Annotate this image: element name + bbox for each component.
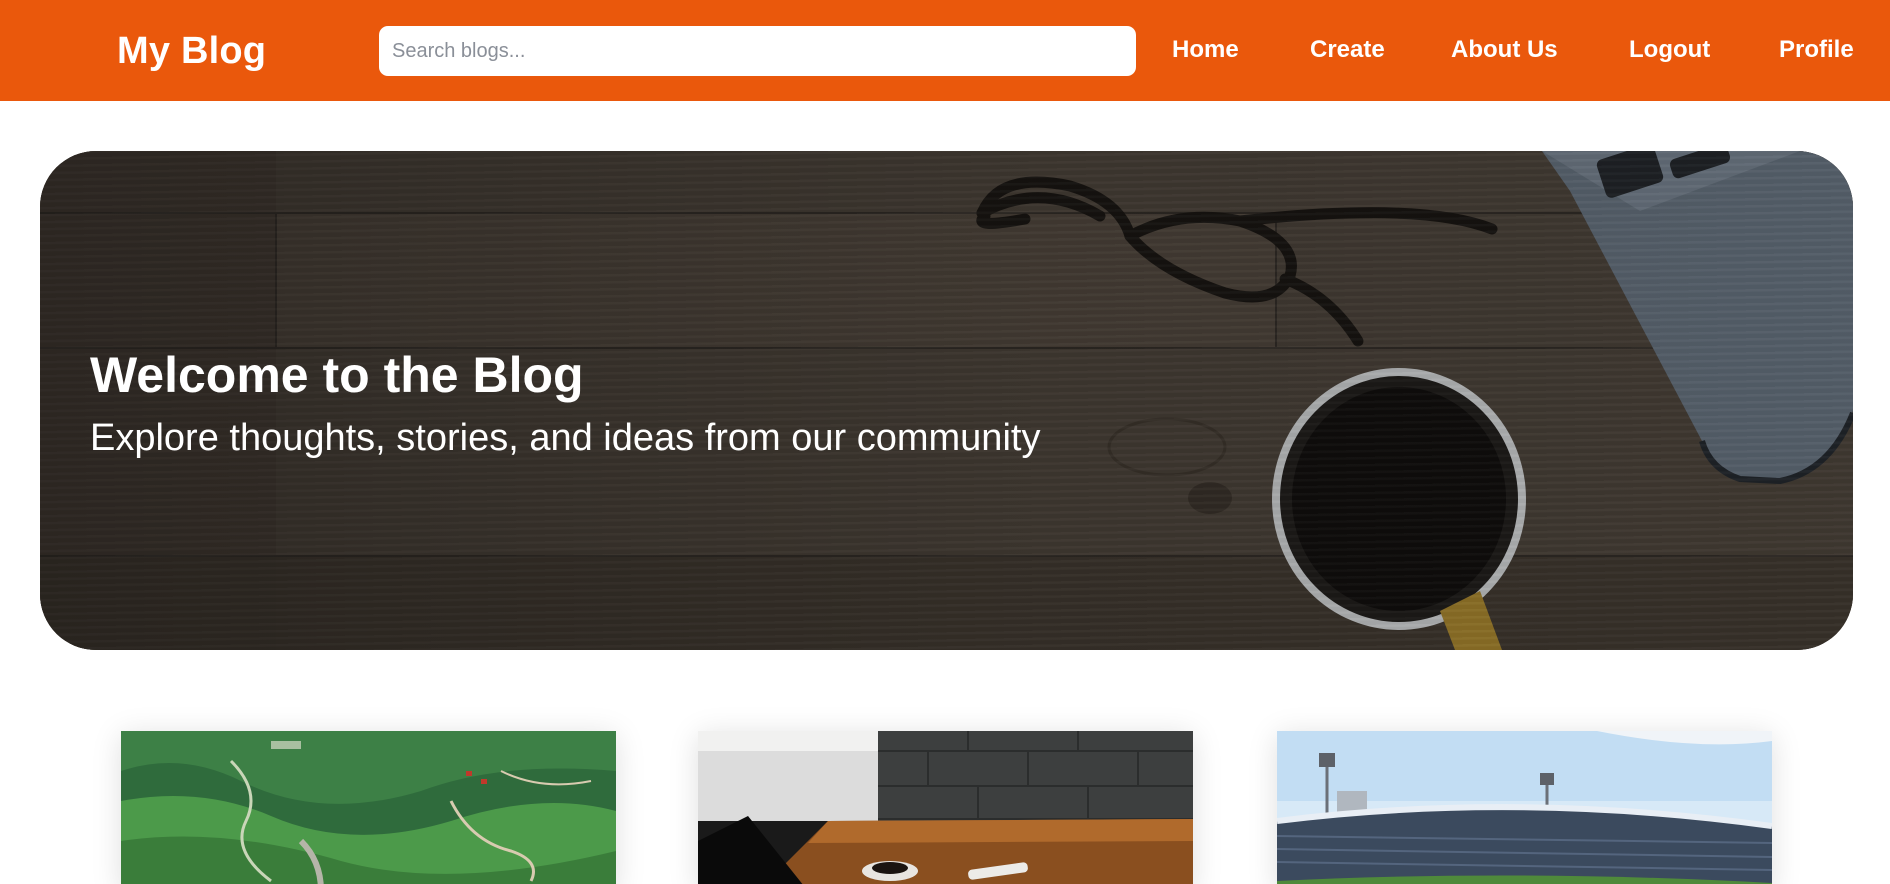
nav-about-link[interactable]: About Us (1451, 36, 1558, 64)
blog-card[interactable] (698, 731, 1193, 884)
hero-title: Welcome to the Blog (90, 347, 584, 403)
blog-card-image (1277, 731, 1772, 884)
hero-subtitle: Explore thoughts, stories, and ideas fro… (90, 417, 1041, 459)
blog-card[interactable] (121, 731, 616, 884)
hero-banner: Welcome to the Blog Explore thoughts, st… (40, 151, 1853, 650)
nav-home-link[interactable]: Home (1172, 36, 1239, 64)
nav-logout-link[interactable]: Logout (1629, 36, 1710, 64)
nav-profile-link[interactable]: Profile (1779, 36, 1854, 64)
site-logo[interactable]: My Blog (117, 30, 266, 73)
blog-card-image (121, 731, 616, 884)
search-input[interactable] (379, 26, 1136, 76)
top-navbar: My Blog Home Create About Us Logout Prof… (0, 0, 1890, 101)
nav-create-link[interactable]: Create (1310, 36, 1385, 64)
blog-card-image (698, 731, 1193, 884)
blog-card[interactable] (1277, 731, 1772, 884)
